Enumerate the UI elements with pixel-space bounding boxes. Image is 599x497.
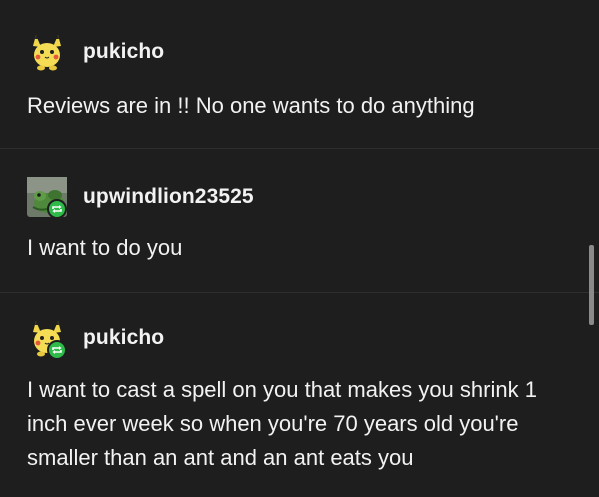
reblog-badge [47,340,67,360]
post: upwindlion23525 I want to do you [0,149,599,292]
reblog-icon [52,205,62,213]
post-header: pukicho [27,32,164,72]
post: pukicho Reviews are in !! No one wants t… [0,0,599,148]
pikachu-plush-icon [33,35,61,71]
reblog-icon [52,346,62,354]
username[interactable]: pukicho [83,326,164,350]
post-text: Reviews are in !! No one wants to do any… [27,93,475,118]
post-header: upwindlion23525 [27,177,254,219]
avatar[interactable] [27,318,67,360]
reblog-thread: pukicho Reviews are in !! No one wants t… [0,0,599,497]
scrollbar-thumb[interactable] [589,245,594,325]
post-text: I want to cast a spell on you that makes… [27,377,537,470]
post-text: I want to do you [27,235,183,260]
avatar[interactable] [27,32,67,72]
reblog-badge [47,199,67,219]
post: pukicho I want to cast a spell on you th… [0,293,599,497]
avatar[interactable] [27,177,67,219]
username[interactable]: pukicho [83,40,164,64]
username[interactable]: upwindlion23525 [83,185,254,209]
post-header: pukicho [27,318,164,360]
